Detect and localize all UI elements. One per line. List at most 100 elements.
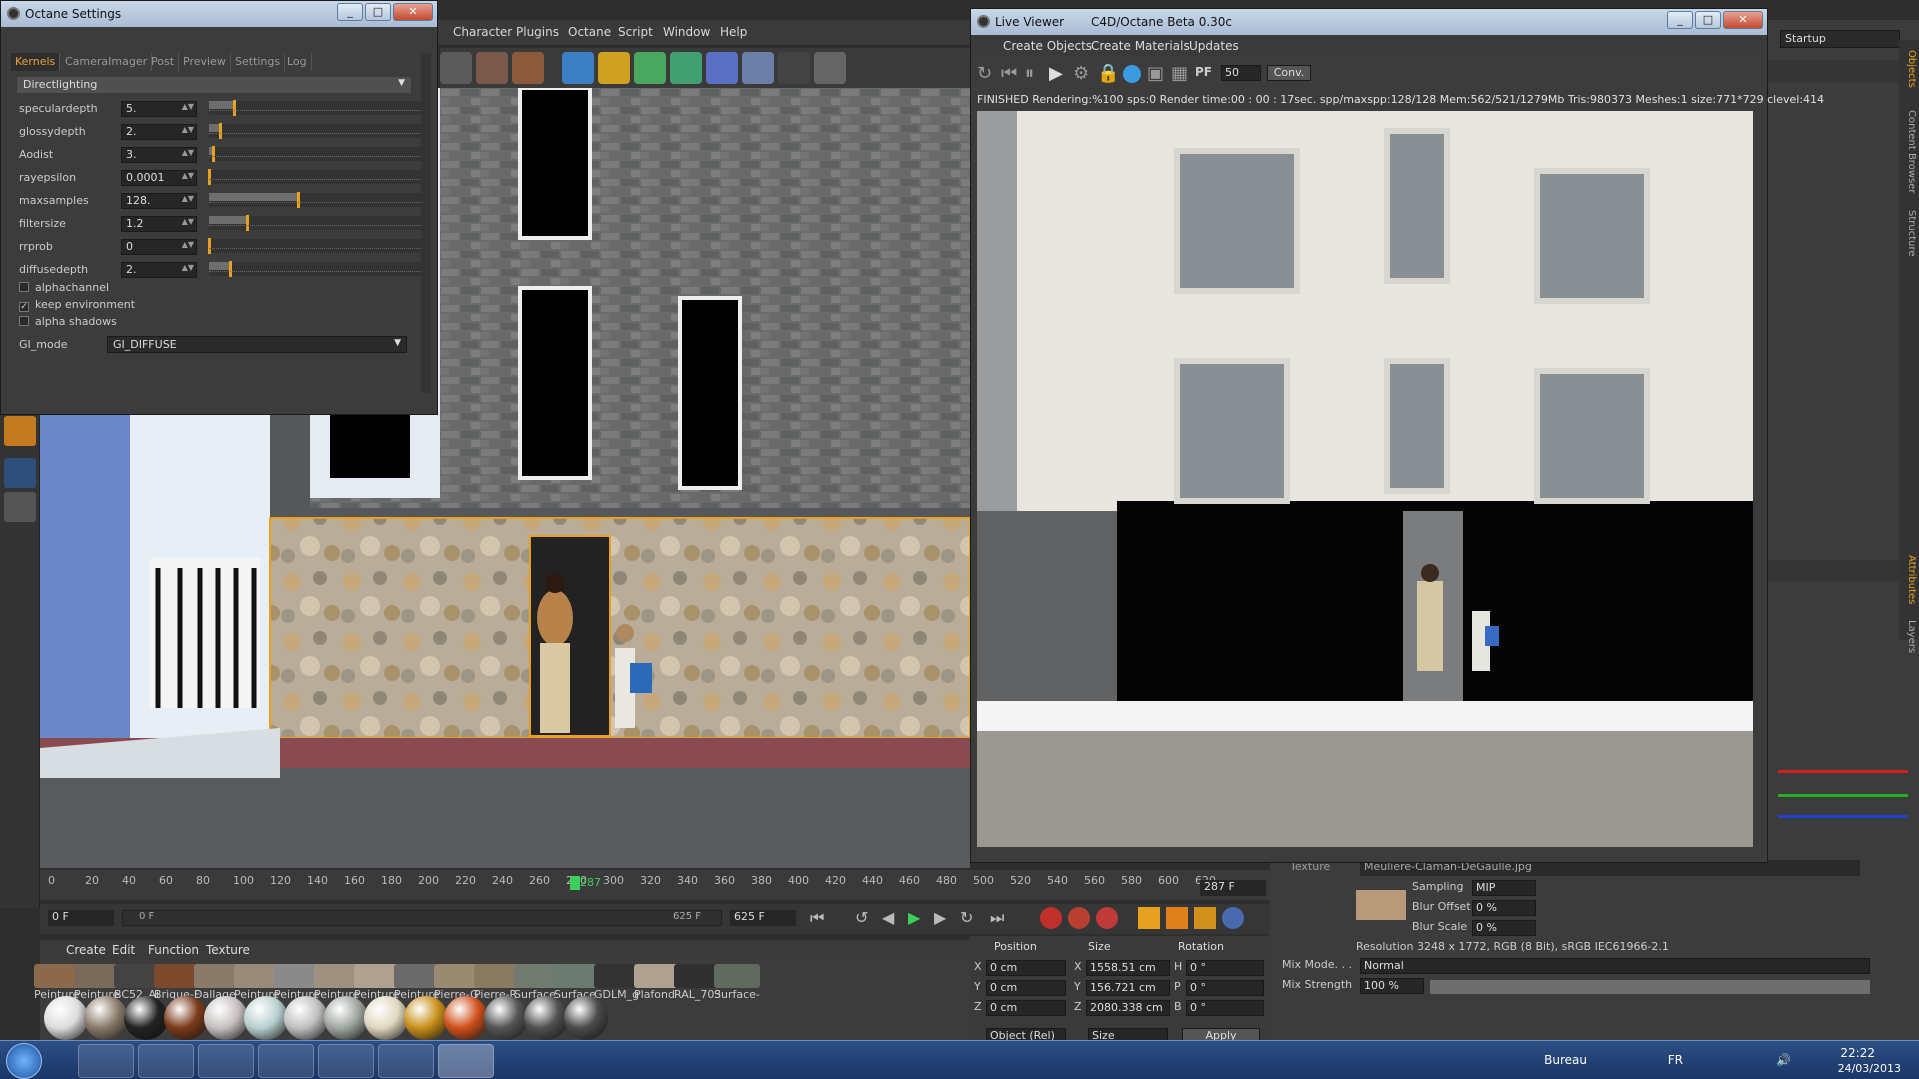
goto-end-icon[interactable]: ⏭ xyxy=(990,908,1004,928)
size-z-field[interactable]: 2080.338 cm xyxy=(1086,1000,1170,1016)
spinner-icon[interactable]: ▲▼ xyxy=(182,194,194,203)
menu-window[interactable]: Window xyxy=(663,25,710,39)
pos-x-field[interactable]: 0 cm xyxy=(986,960,1066,976)
menu-plugins[interactable]: Plugins xyxy=(516,25,559,39)
timeline-playhead[interactable] xyxy=(570,876,580,890)
material-ball[interactable] xyxy=(564,996,608,1040)
start-frame-field[interactable]: 0 F xyxy=(48,910,114,926)
mat-menu-create[interactable]: Create xyxy=(66,943,106,957)
sketchup-icon[interactable] xyxy=(258,1044,314,1078)
mat-menu-texture[interactable]: Texture xyxy=(206,943,250,957)
checkbox-box[interactable] xyxy=(19,316,29,326)
region-icon[interactable]: ▦ xyxy=(1171,63,1188,84)
live-viewer-title-bar[interactable]: Live Viewer C4D/Octane Beta 0.30c _ □ ✕ xyxy=(971,9,1767,35)
spinner-icon[interactable]: ▲▼ xyxy=(182,125,194,134)
nurbs-icon[interactable] xyxy=(634,52,666,84)
material-ball[interactable] xyxy=(164,996,208,1040)
checkbox-box[interactable]: ✓ xyxy=(19,302,29,312)
layout-dropdown[interactable]: Startup xyxy=(1780,30,1900,48)
material-ball[interactable] xyxy=(84,996,128,1040)
conv-button[interactable]: Conv. xyxy=(1267,65,1311,81)
rot-h-field[interactable]: 0 ° xyxy=(1186,960,1264,976)
tab-layers[interactable]: Layers xyxy=(1901,620,1917,653)
key-move-icon[interactable] xyxy=(1138,907,1160,929)
param-value-field[interactable]: 2. ▲▼ xyxy=(121,124,197,140)
material-ball[interactable] xyxy=(404,996,448,1040)
desktop-toolbar-label[interactable]: Bureau xyxy=(1544,1053,1587,1067)
deformer-icon[interactable] xyxy=(706,52,738,84)
param-value-field[interactable]: 3. ▲▼ xyxy=(121,147,197,163)
pos-y-field[interactable]: 0 cm xyxy=(986,980,1066,996)
octane-taskbar-icon[interactable] xyxy=(438,1044,494,1078)
mat-menu-edit[interactable]: Edit xyxy=(112,943,135,957)
param-slider[interactable] xyxy=(208,169,421,185)
end-frame-field[interactable]: 625 F xyxy=(730,910,796,926)
render-region-icon[interactable] xyxy=(440,52,472,84)
param-slider[interactable] xyxy=(209,146,421,162)
scrollbar[interactable] xyxy=(421,53,431,393)
spinner-icon[interactable]: ▲▼ xyxy=(182,102,194,111)
param-slider[interactable] xyxy=(209,192,421,208)
param-slider[interactable] xyxy=(209,215,421,231)
kernel-type-dropdown[interactable]: Directlighting ▼ xyxy=(17,77,411,93)
clock-date[interactable]: 24/03/2013 xyxy=(1838,1062,1901,1075)
close-icon[interactable]: ✕ xyxy=(393,3,433,21)
blur-scale-field[interactable]: 0 % xyxy=(1472,920,1536,936)
workplane-icon[interactable] xyxy=(4,492,36,522)
material-ball[interactable] xyxy=(364,996,408,1040)
tab-log[interactable]: Log xyxy=(283,53,312,71)
record-icon[interactable] xyxy=(1040,907,1062,929)
spinner-icon[interactable]: ▲▼ xyxy=(182,148,194,157)
keyframe-help-icon[interactable] xyxy=(1096,907,1118,929)
pf-icon[interactable]: PF xyxy=(1195,65,1212,79)
gear-icon[interactable]: ⚙ xyxy=(1073,63,1089,84)
mix-strength-slider[interactable] xyxy=(1430,980,1870,994)
menu-octane[interactable]: Octane xyxy=(568,25,611,39)
param-value-field[interactable]: 0 ▲▼ xyxy=(121,239,197,255)
explorer-icon[interactable] xyxy=(78,1044,134,1078)
mat-menu-function[interactable]: Function xyxy=(148,943,199,957)
close-icon[interactable]: ✕ xyxy=(1723,11,1763,29)
magnet-icon[interactable] xyxy=(4,416,36,446)
material-ball[interactable] xyxy=(324,996,368,1040)
autokey-icon[interactable] xyxy=(1068,907,1090,929)
tab-content-browser[interactable]: Content Browser xyxy=(1901,110,1917,193)
tab-structure[interactable]: Structure xyxy=(1901,210,1917,257)
alpha-shadows-checkbox[interactable]: alpha shadows xyxy=(19,315,117,331)
param-slider[interactable] xyxy=(209,261,421,277)
material-ball[interactable] xyxy=(484,996,528,1040)
media-player-icon[interactable] xyxy=(138,1044,194,1078)
floor-icon[interactable] xyxy=(742,52,774,84)
menu-updates[interactable]: Updates xyxy=(1189,39,1239,53)
light-icon[interactable] xyxy=(814,52,846,84)
tab-kernels[interactable]: Kernels xyxy=(11,53,61,71)
checkbox-box[interactable] xyxy=(19,282,29,292)
param-value-field[interactable]: 0.0001 ▲▼ xyxy=(121,170,197,186)
key-rotate-icon[interactable] xyxy=(1194,907,1216,929)
menu-create-materials[interactable]: Create Materials xyxy=(1091,39,1190,53)
pause-icon[interactable]: ⏸ xyxy=(1025,63,1034,84)
keep-environment-checkbox[interactable]: ✓ keep environment xyxy=(19,298,135,314)
gi-mode-dropdown[interactable]: GI_DIFFUSE ▼ xyxy=(107,336,407,353)
step-forward-icon[interactable]: ▶ xyxy=(934,908,946,927)
maximize-icon[interactable]: □ xyxy=(365,3,391,21)
menu-character[interactable]: Character xyxy=(453,25,512,39)
alphachannel-checkbox[interactable]: alphachannel xyxy=(19,281,109,297)
play-icon[interactable]: ▶ xyxy=(908,908,920,927)
step-back-icon[interactable]: ◀ xyxy=(882,908,894,927)
material-ball[interactable] xyxy=(244,996,288,1040)
octane-title-bar[interactable]: Octane Settings _ □ ✕ xyxy=(1,1,437,27)
range-slider[interactable]: 0 F 625 F xyxy=(122,910,722,926)
spinner-icon[interactable]: ▲▼ xyxy=(182,217,194,226)
mix-mode-dropdown[interactable]: Normal xyxy=(1360,958,1870,974)
start-button[interactable] xyxy=(6,1043,42,1079)
prev-key-icon[interactable]: ↺ xyxy=(855,908,868,927)
array-icon[interactable] xyxy=(670,52,702,84)
material-ball[interactable] xyxy=(44,996,88,1040)
rot-p-field[interactable]: 0 ° xyxy=(1186,980,1264,996)
minimize-icon[interactable]: _ xyxy=(1667,11,1693,29)
cube-icon[interactable] xyxy=(562,52,594,84)
tab-attributes[interactable]: Attributes xyxy=(1901,555,1917,604)
spinner-icon[interactable]: ▲▼ xyxy=(182,240,194,249)
clock-time[interactable]: 22:22 xyxy=(1840,1046,1875,1060)
